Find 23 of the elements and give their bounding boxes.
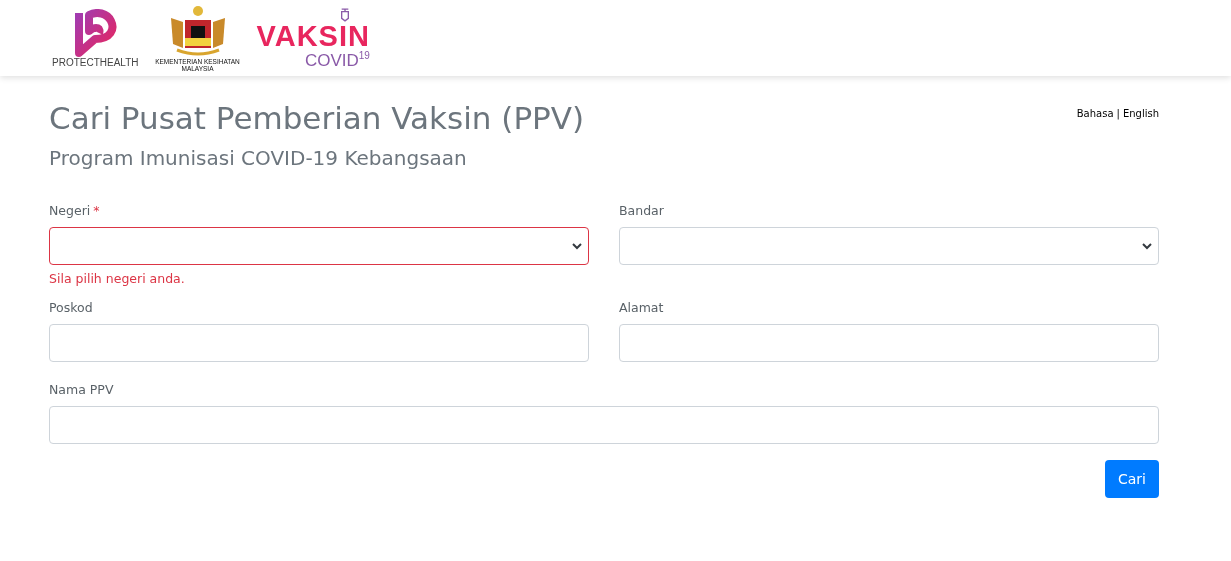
field-label: Negeri [49,203,91,219]
page-title: Cari Pusat Pemberian Vaksin (PPV) [49,100,585,138]
field-label: Alamat [619,300,664,316]
field-label: Bandar [619,203,664,219]
field-label: Nama PPV [49,382,114,398]
input-field[interactable] [619,324,1159,363]
field-label: Poskod [49,300,93,316]
syringe-icon [339,7,350,22]
logo-text: PROTECTHEALTH [52,56,139,68]
chevron-down-icon [572,242,582,250]
language-link[interactable]: Bahasa [1076,108,1114,119]
required-mark: * [93,203,100,219]
error-message: Sila pilih negeri anda. [49,271,186,287]
logo-subtext: COVID$^{19}$ [304,50,370,69]
logo-text: VAKSIN [256,21,370,51]
input-field[interactable] [49,324,589,363]
select-field[interactable] [49,227,589,266]
chevron-down-icon [1142,242,1152,250]
page-subtitle: Program Imunisasi COVID-19 Kebangsaan [49,145,468,172]
input-field[interactable] [49,406,1159,445]
language-link[interactable]: English [1122,108,1159,119]
separator: | [1116,108,1120,119]
search-button[interactable]: Cari [1105,460,1159,499]
